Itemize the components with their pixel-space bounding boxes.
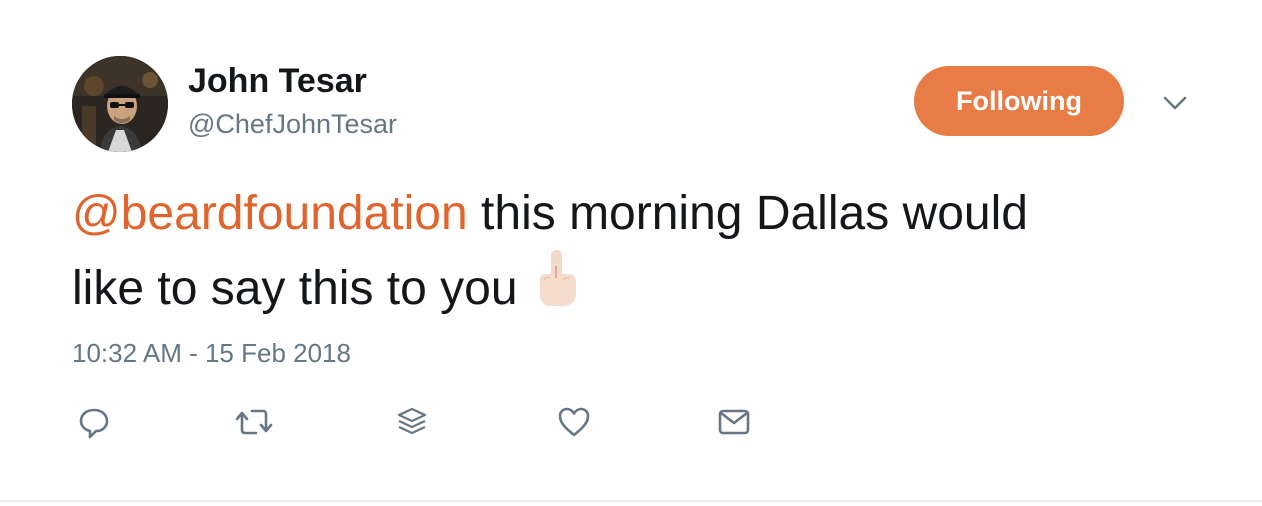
tweet-divider <box>0 500 1262 502</box>
author-display-name[interactable]: John Tesar <box>188 62 367 101</box>
author-handle[interactable]: @ChefJohnTesar <box>188 109 397 140</box>
tweet-text: @beardfoundation this morning Dallas wou… <box>72 180 1212 323</box>
tweet-text-line1: this morning Dallas would <box>467 187 1028 240</box>
middle-finger-emoji-icon <box>532 248 582 310</box>
tweet-actions <box>72 404 772 444</box>
message-icon[interactable] <box>716 404 756 444</box>
avatar-photo <box>72 56 168 152</box>
stack-icon[interactable] <box>394 404 434 444</box>
avatar[interactable] <box>72 56 168 152</box>
following-button[interactable]: Following <box>914 66 1124 136</box>
tweet-text-line2: like to say this to you <box>72 262 518 315</box>
tweet-card: John Tesar @ChefJohnTesar Following @bea… <box>0 0 1262 502</box>
mention-link[interactable]: @beardfoundation <box>72 187 468 240</box>
chevron-down-icon[interactable] <box>1160 88 1190 118</box>
reply-icon[interactable] <box>76 404 116 444</box>
tweet-timestamp[interactable]: 10:32 AM - 15 Feb 2018 <box>72 338 351 369</box>
retweet-icon[interactable] <box>234 404 274 444</box>
like-icon[interactable] <box>556 404 596 444</box>
